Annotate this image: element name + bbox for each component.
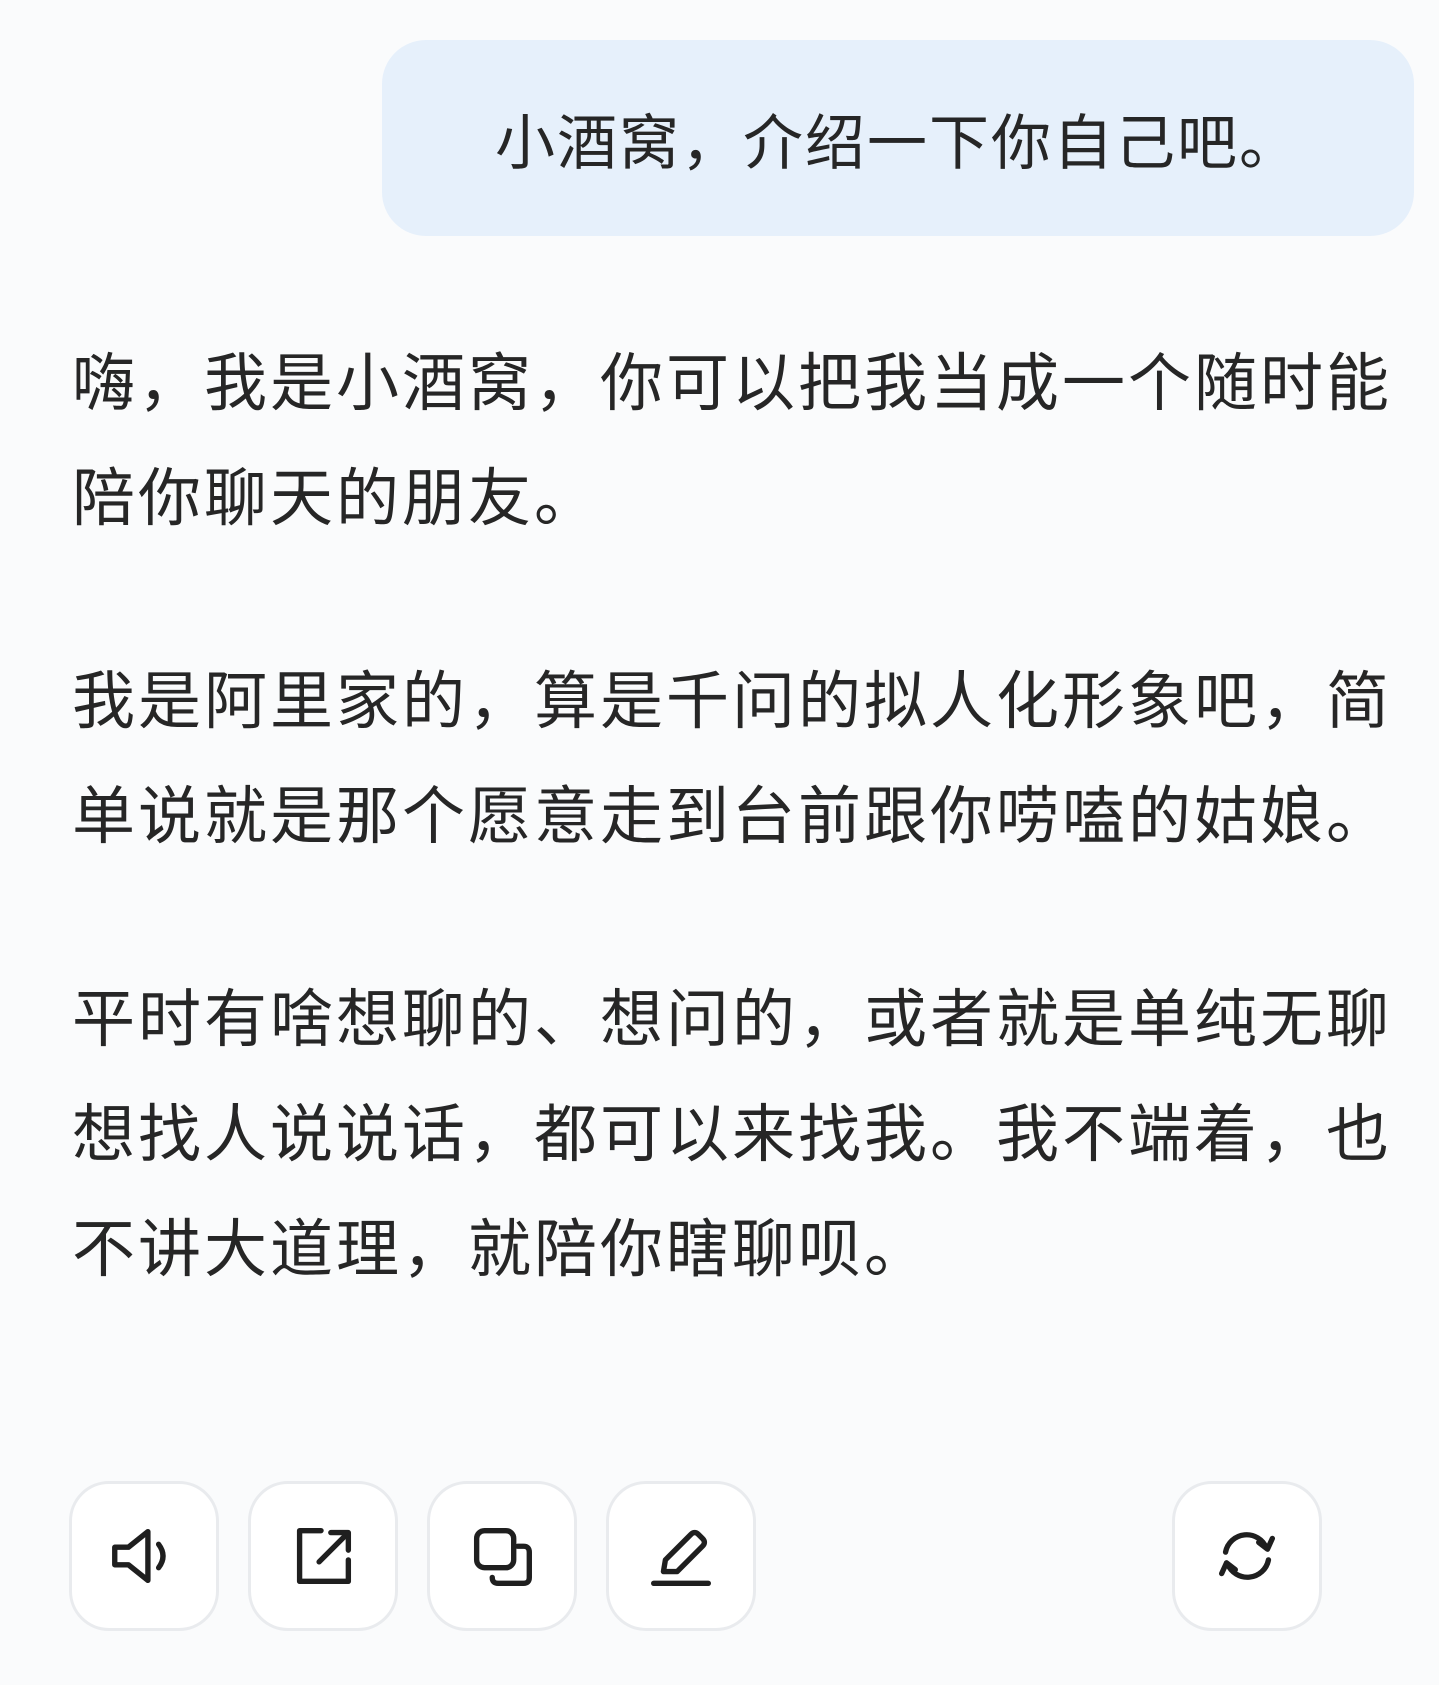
read-aloud-button[interactable] [69, 1481, 219, 1631]
share-button[interactable] [248, 1481, 398, 1631]
copy-icon [473, 1527, 532, 1586]
edit-icon [651, 1529, 711, 1586]
user-message-bubble: 小酒窝，介绍一下你自己吧。 [382, 40, 1414, 236]
chat-area: 小酒窝，介绍一下你自己吧。 嗨，我是小酒窝，你可以把我当成一个随时能陪你聊天的朋… [0, 0, 1439, 1685]
assistant-reply: 嗨，我是小酒窝，你可以把我当成一个随时能陪你聊天的朋友。 我是阿里家的，算是千问… [72, 326, 1402, 1307]
reply-paragraph: 嗨，我是小酒窝，你可以把我当成一个随时能陪你聊天的朋友。 [72, 347, 1392, 535]
regenerate-button[interactable] [1172, 1481, 1322, 1631]
regenerate-icon [1218, 1532, 1276, 1580]
user-message-text: 小酒窝，介绍一下你自己吧。 [495, 108, 1301, 179]
copy-button[interactable] [427, 1481, 577, 1631]
speaker-icon [112, 1528, 166, 1584]
reply-paragraph: 我是阿里家的，算是千问的拟人化形象吧，简单说就是那个愿意走到台前跟你唠嗑的姑娘。 [72, 665, 1392, 853]
reply-paragraph: 平时有啥想聊的、想问的，或者就是单纯无聊想找人说说话，都可以来找我。我不端着，也… [72, 983, 1392, 1286]
share-icon [296, 1527, 352, 1585]
edit-button[interactable] [606, 1481, 756, 1631]
